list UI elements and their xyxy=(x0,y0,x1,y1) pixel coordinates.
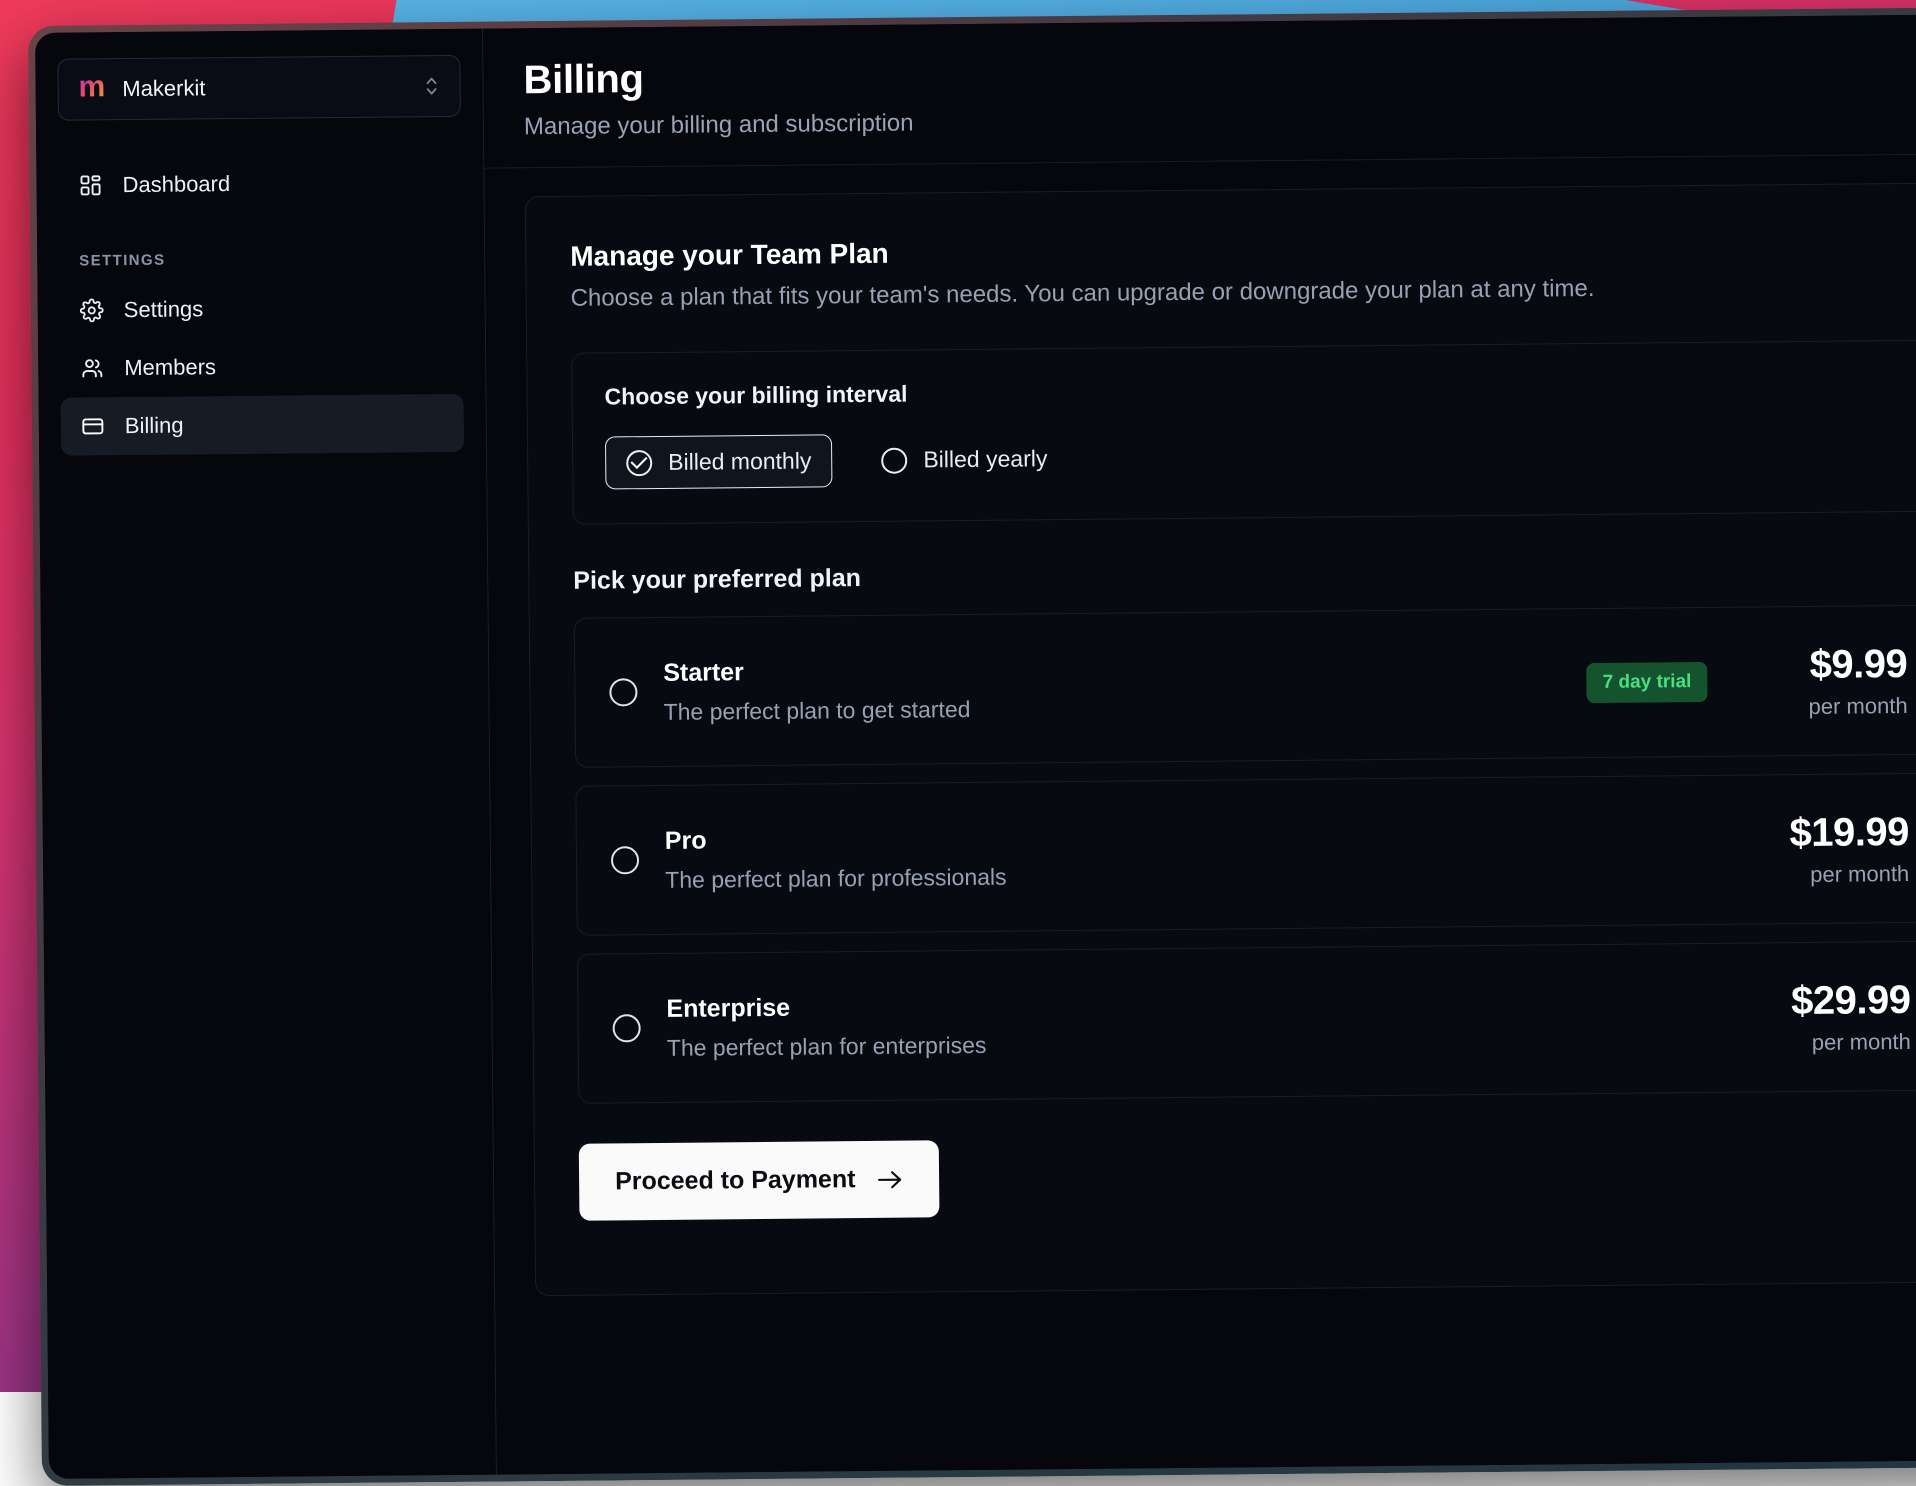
page-subtitle: Manage your billing and subscription xyxy=(524,99,1916,141)
billing-interval-label: Choose your billing interval xyxy=(604,371,1906,410)
plan-price: $9.99 xyxy=(1737,641,1907,688)
price-column: $9.99 per month xyxy=(1737,641,1908,720)
plan-period: per month xyxy=(1737,692,1907,720)
sidebar-item-label: Settings xyxy=(124,296,204,323)
plan-option-starter[interactable]: Starter The perfect plan to get started … xyxy=(574,605,1916,768)
plan-description: The perfect plan to get started xyxy=(663,690,1560,726)
panel-title: Manage your Team Plan xyxy=(570,228,1916,273)
content-area: Manage your Team Plan Choose a plan that… xyxy=(484,154,1916,1475)
sidebar-item-label: Dashboard xyxy=(122,171,230,198)
radio-circle-icon[interactable] xyxy=(609,678,637,706)
plan-pricing: 7 day trial $9.99 per month xyxy=(1586,641,1907,721)
radio-circle-icon[interactable] xyxy=(613,1014,641,1042)
plan-option-pro[interactable]: Pro The perfect plan for professionals $… xyxy=(575,773,1916,936)
plan-list: Starter The perfect plan to get started … xyxy=(574,605,1916,1104)
plan-period: per month xyxy=(1739,860,1909,888)
proceed-to-payment-label: Proceed to Payment xyxy=(615,1165,856,1196)
price-column: $29.99 per month xyxy=(1740,977,1911,1056)
plan-description: The perfect plan for professionals xyxy=(665,856,1713,893)
team-name-label: Makerkit xyxy=(122,73,406,102)
sidebar-item-label: Billing xyxy=(125,413,184,440)
billing-interval-yearly-label: Billed yearly xyxy=(923,445,1047,473)
plan-period: per month xyxy=(1741,1028,1911,1056)
plan-pricing: $29.99 per month xyxy=(1740,977,1911,1056)
billing-interval-group: Choose your billing interval Billed mont… xyxy=(571,340,1916,525)
users-icon xyxy=(80,356,104,380)
window-bezel: m Makerkit Da xyxy=(28,7,1916,1486)
billing-interval-monthly-option[interactable]: Billed monthly xyxy=(605,434,833,489)
sidebar: m Makerkit Da xyxy=(35,29,497,1479)
plan-info: Enterprise The perfect plan for enterpri… xyxy=(666,984,1715,1061)
plan-info: Pro The perfect plan for professionals xyxy=(665,816,1714,893)
sidebar-item-settings[interactable]: Settings xyxy=(59,278,463,340)
team-plan-panel: Manage your Team Plan Choose a plan that… xyxy=(525,182,1916,1296)
arrow-right-icon xyxy=(877,1168,903,1190)
plan-price: $19.99 xyxy=(1739,809,1909,856)
panel-subtitle: Choose a plan that fits your team's need… xyxy=(571,272,1916,313)
plan-pricing: $19.99 per month xyxy=(1739,809,1910,888)
status-badge: 7 day trial xyxy=(1586,662,1707,703)
sidebar-item-billing[interactable]: Billing xyxy=(61,394,465,456)
pick-plan-label: Pick your preferred plan xyxy=(573,554,1916,596)
gear-icon xyxy=(80,298,104,322)
plan-description: The perfect plan for enterprises xyxy=(667,1024,1715,1061)
chevron-up-down-icon xyxy=(423,73,439,99)
billing-interval-options: Billed monthly Billed yearly xyxy=(605,424,1907,489)
check-circle-icon xyxy=(626,450,652,476)
plan-info: Starter The perfect plan to get started xyxy=(663,650,1561,726)
proceed-to-payment-button[interactable]: Proceed to Payment xyxy=(579,1140,940,1220)
billing-interval-yearly-option[interactable]: Billed yearly xyxy=(860,432,1068,487)
sidebar-item-dashboard[interactable]: Dashboard xyxy=(58,153,462,215)
page-header: Billing Manage your billing and subscrip… xyxy=(483,14,1916,169)
sidebar-nav: Dashboard SETTINGS Settings xyxy=(58,117,464,456)
plan-name: Pro xyxy=(665,816,1713,855)
sidebar-group-label-settings: SETTINGS xyxy=(59,211,463,282)
layout-dashboard-icon xyxy=(78,173,102,197)
radio-circle-icon xyxy=(881,447,907,473)
billing-interval-monthly-label: Billed monthly xyxy=(668,448,811,476)
plan-name: Enterprise xyxy=(666,984,1714,1023)
sidebar-item-label: Members xyxy=(124,354,216,381)
main-content: Billing Manage your billing and subscrip… xyxy=(483,14,1916,1475)
app-viewport: m Makerkit Da xyxy=(35,14,1916,1479)
radio-circle-icon[interactable] xyxy=(611,846,639,874)
page-title: Billing xyxy=(523,44,1916,103)
makerkit-logo-icon: m xyxy=(78,72,104,106)
price-column: $19.99 per month xyxy=(1739,809,1910,888)
credit-card-icon xyxy=(81,414,105,438)
plan-name: Starter xyxy=(663,650,1561,688)
plan-option-enterprise[interactable]: Enterprise The perfect plan for enterpri… xyxy=(577,941,1916,1104)
sidebar-item-members[interactable]: Members xyxy=(60,336,464,398)
plan-price: $29.99 xyxy=(1740,977,1910,1024)
app-window: m Makerkit Da xyxy=(28,7,1916,1486)
team-switcher[interactable]: m Makerkit xyxy=(57,55,461,121)
